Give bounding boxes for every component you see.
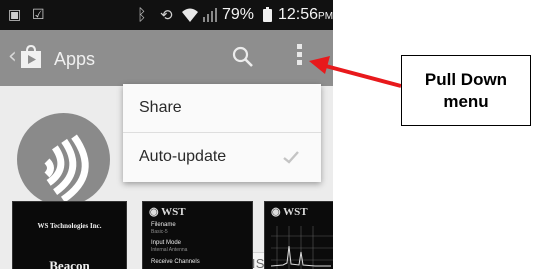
annotation-arrow — [309, 56, 402, 88]
callout-text: Pull Down menu — [424, 69, 508, 111]
annotation-callout: Pull Down menu — [401, 55, 531, 126]
